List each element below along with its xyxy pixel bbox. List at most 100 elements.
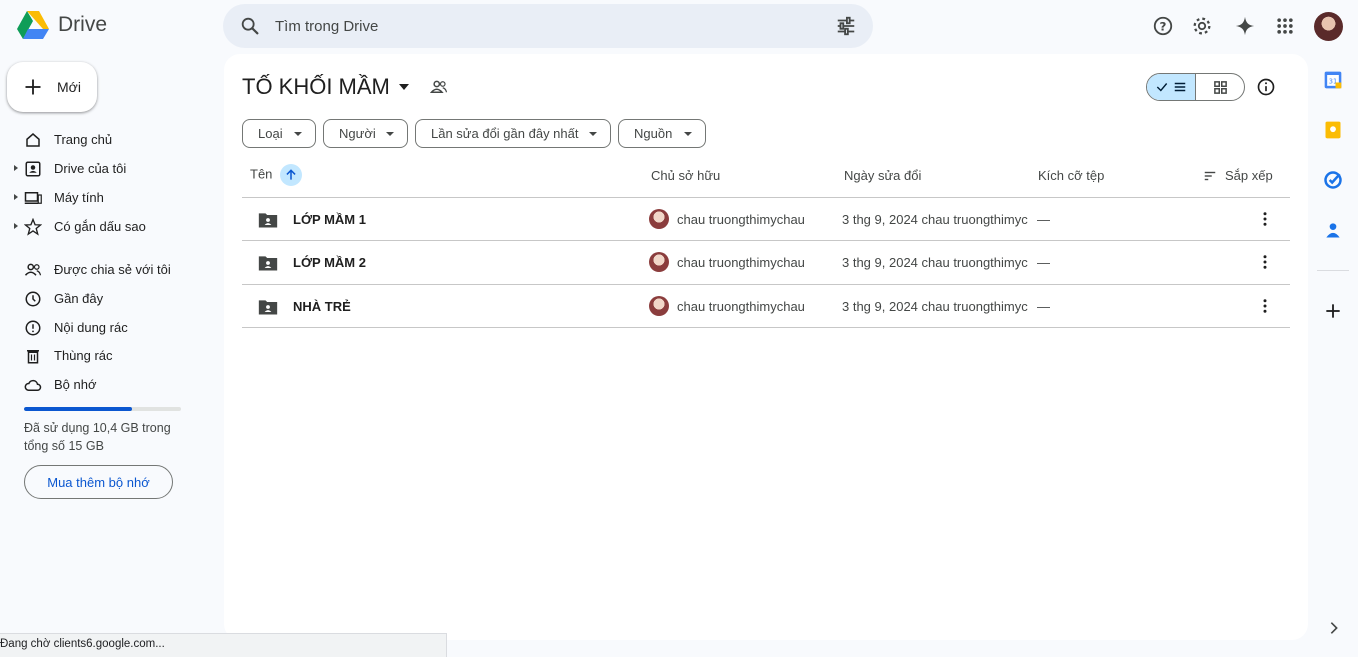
- browser-status-bar: Đang chờ clients6.google.com...: [0, 633, 447, 657]
- dropdown-arrow-icon: [398, 84, 409, 90]
- grid-view-button[interactable]: [1196, 74, 1244, 100]
- file-size: —: [1037, 255, 1050, 270]
- table-row[interactable]: LỚP MẦM 2 chau truongthimychau 3 thg 9, …: [242, 241, 1290, 284]
- search-bar[interactable]: [223, 4, 873, 48]
- sidebar-item-trash[interactable]: Thùng rác: [0, 342, 210, 370]
- more-actions-icon[interactable]: [1256, 210, 1274, 228]
- rail-divider: [1317, 270, 1349, 271]
- sidebar-item-label: Trang chủ: [54, 132, 113, 147]
- sidebar-item-recent[interactable]: Gần đây: [0, 285, 210, 313]
- help-icon[interactable]: ?: [1151, 14, 1175, 38]
- sidebar-item-label: Bộ nhớ: [54, 377, 97, 392]
- spam-icon: [25, 320, 41, 336]
- owner-avatar: [649, 296, 669, 316]
- search-icon[interactable]: [239, 15, 261, 37]
- dropdown-arrow-icon: [589, 132, 597, 136]
- buy-storage-button[interactable]: Mua thêm bộ nhớ: [24, 465, 173, 499]
- table-row[interactable]: NHÀ TRẺ chau truongthimychau 3 thg 9, 20…: [242, 285, 1290, 328]
- sidebar-item-storage[interactable]: Bộ nhớ: [0, 371, 210, 399]
- sort-label: Sắp xếp: [1225, 168, 1273, 183]
- filter-people-chip[interactable]: Người: [323, 119, 408, 148]
- dropdown-arrow-icon: [386, 132, 394, 136]
- storage-usage-fill: [24, 407, 133, 411]
- column-header-modified[interactable]: Ngày sửa đổi: [844, 168, 921, 183]
- apps-grid-icon[interactable]: [1273, 14, 1297, 38]
- folder-title[interactable]: TỐ KHỐI MẦM: [242, 74, 448, 100]
- owner-avatar: [649, 209, 669, 229]
- table-row[interactable]: LỚP MẦM 1 chau truongthimychau 3 thg 9, …: [242, 198, 1290, 241]
- sort-button[interactable]: Sắp xếp: [1203, 168, 1273, 183]
- keep-icon[interactable]: [1323, 120, 1343, 140]
- modified-date: 3 thg 9, 2024 chau truongthimyc: [842, 255, 1028, 270]
- list-icon: [1174, 82, 1186, 92]
- computer-icon: [24, 192, 42, 204]
- sidebar-item-computers[interactable]: Máy tính: [0, 184, 210, 212]
- calendar-icon[interactable]: 31: [1323, 70, 1343, 90]
- sidebar-item-home[interactable]: Trang chủ: [0, 126, 210, 154]
- sidebar-item-label: Thùng rác: [54, 348, 113, 363]
- sort-ascending-icon[interactable]: [280, 164, 303, 186]
- contacts-icon[interactable]: [1323, 220, 1343, 240]
- column-header-label: Tên: [250, 166, 273, 182]
- plus-icon: [25, 79, 41, 95]
- more-actions-icon[interactable]: [1256, 297, 1274, 315]
- file-size: —: [1037, 212, 1050, 227]
- column-header-owner[interactable]: Chủ sở hữu: [651, 168, 720, 183]
- list-view-button[interactable]: [1147, 74, 1196, 100]
- app-name: Drive: [58, 13, 108, 36]
- add-addon-icon[interactable]: [1323, 301, 1343, 321]
- info-icon[interactable]: [1256, 77, 1276, 97]
- file-name: LỚP MẦM 1: [293, 212, 366, 227]
- dropdown-arrow-icon: [684, 132, 692, 136]
- drive-logo[interactable]: Drive: [16, 10, 107, 40]
- column-header-size[interactable]: Kích cỡ tệp: [1038, 168, 1104, 183]
- chevron-right-icon[interactable]: [1326, 620, 1342, 636]
- account-avatar[interactable]: [1314, 12, 1343, 41]
- shared-folder-icon[interactable]: [429, 78, 448, 96]
- divider: [242, 327, 1290, 328]
- owner-name: chau truongthimychau: [677, 212, 805, 227]
- sidebar-item-label: Nội dung rác: [54, 320, 128, 335]
- shared-people-icon: [24, 263, 42, 276]
- expand-caret-icon[interactable]: [14, 223, 18, 229]
- gemini-icon[interactable]: [1233, 14, 1257, 38]
- filter-label: Người: [339, 126, 376, 141]
- storage-usage-text: Đã sử dụng 10,4 GB trong tổng số 15 GB: [24, 421, 171, 453]
- sidebar-item-label: Được chia sẻ với tôi: [54, 262, 171, 277]
- filter-modified-chip[interactable]: Lần sửa đổi gần đây nhất: [415, 119, 611, 148]
- storage-usage-bar: [24, 407, 181, 411]
- more-actions-icon[interactable]: [1256, 253, 1274, 271]
- file-name: NHÀ TRẺ: [293, 299, 351, 314]
- expand-caret-icon[interactable]: [14, 194, 18, 200]
- check-icon: [1156, 83, 1168, 92]
- column-header-name[interactable]: Tên: [250, 164, 303, 186]
- search-input[interactable]: [275, 4, 815, 48]
- trash-icon: [27, 350, 39, 364]
- shared-folder-icon: [258, 256, 278, 271]
- sidebar-item-label: Gần đây: [54, 291, 104, 306]
- modified-date: 3 thg 9, 2024 chau truongthimyc: [842, 299, 1028, 314]
- sidebar-item-shared[interactable]: Được chia sẻ với tôi: [0, 256, 210, 284]
- filter-source-chip[interactable]: Nguồn: [618, 119, 706, 148]
- expand-caret-icon[interactable]: [14, 165, 18, 171]
- svg-text:?: ?: [1160, 20, 1167, 34]
- tasks-icon[interactable]: [1323, 170, 1343, 190]
- new-button[interactable]: Mới: [7, 62, 97, 112]
- home-icon: [26, 133, 40, 147]
- my-drive-icon: [25, 161, 41, 177]
- sidebar-item-my-drive[interactable]: Drive của tôi: [0, 155, 210, 183]
- sort-icon: [1204, 171, 1216, 180]
- star-icon: [24, 218, 42, 236]
- file-size: —: [1037, 299, 1050, 314]
- search-options-icon[interactable]: [835, 15, 857, 37]
- main-content: TỐ KHỐI MẦM Loại Người Lần sửa đổi gần đ…: [224, 54, 1308, 640]
- sidebar-item-starred[interactable]: Có gắn dấu sao: [0, 213, 210, 241]
- sidebar-item-label: Máy tính: [54, 190, 104, 205]
- owner-name: chau truongthimychau: [677, 255, 805, 270]
- filter-type-chip[interactable]: Loại: [242, 119, 316, 148]
- modified-date: 3 thg 9, 2024 chau truongthimyc: [842, 212, 1028, 227]
- filter-label: Lần sửa đổi gần đây nhất: [431, 126, 579, 141]
- sidebar-item-spam[interactable]: Nội dung rác: [0, 314, 210, 342]
- settings-icon[interactable]: [1190, 14, 1214, 38]
- cloud-icon: [24, 379, 42, 391]
